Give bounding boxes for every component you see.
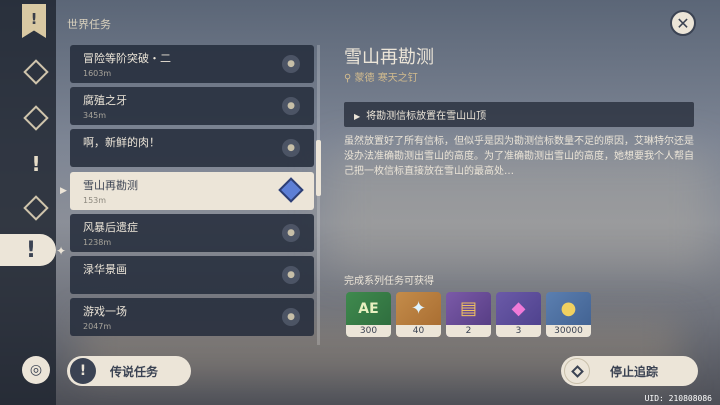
story-quest-tab[interactable]	[20, 102, 52, 134]
quest-item-selected[interactable]: 雪山再勘测 153m	[70, 172, 314, 210]
location-pin-icon[interactable]: ●	[282, 55, 300, 73]
reward-item[interactable]: ✦ 40	[396, 292, 441, 337]
quest-description: 虽然放置好了所有信标，但似乎是因为勘测信标数量不足的原因，艾琳特尔还是没办法准确…	[344, 136, 694, 177]
legendary-quest-button[interactable]: ! 传说任务	[67, 356, 191, 386]
quest-objective: ▶ 将勘测信标放置在雪山山顶	[344, 102, 694, 127]
stop-tracking-label: 停止追踪	[610, 364, 659, 379]
quest-item[interactable]: 啊，新鲜的肉！ ●	[70, 129, 314, 167]
reward-count: 30000	[546, 325, 591, 337]
location-pin-icon[interactable]: ●	[282, 224, 300, 242]
primogem-icon: ✦	[410, 298, 427, 319]
quest-distance: 2047m	[83, 322, 112, 331]
reward-item[interactable]: AE 300	[346, 292, 391, 337]
exclamation-icon: !	[70, 358, 96, 384]
reward-count: 300	[346, 325, 391, 337]
quest-item[interactable]: 腐殖之牙 345m ●	[70, 87, 314, 125]
quest-distance: 1238m	[83, 238, 112, 247]
mora-icon: ●	[560, 298, 577, 319]
exclamation-icon: !	[26, 237, 37, 263]
quest-banner-icon: !	[22, 4, 46, 38]
world-quest-tab[interactable]: !	[0, 234, 56, 266]
reward-list: AE 300 ✦ 40 ▤ 2 ◆ 3 ● 30000	[346, 292, 591, 337]
event-icon	[23, 195, 49, 221]
quest-name: 游戏一场	[83, 305, 127, 318]
play-icon: ▶	[354, 112, 361, 121]
reward-item[interactable]: ▤ 2	[446, 292, 491, 337]
quest-location: ⚲ 蒙德 寒天之钉	[344, 69, 418, 84]
quest-name: 风暴后遗症	[83, 221, 138, 234]
sparkle-icon: ✦	[56, 244, 67, 258]
location-pin-icon[interactable]: ●	[282, 97, 300, 115]
reward-label: 完成系列任务可获得	[344, 276, 434, 287]
reward-count: 2	[446, 325, 491, 337]
selected-arrow-icon: ▶	[60, 186, 67, 196]
legendary-quest-label: 传说任务	[110, 364, 159, 379]
quest-location-text: 蒙德 寒天之钉	[354, 73, 418, 84]
heros-wit-icon: ▤	[459, 298, 477, 319]
track-diamond-icon	[564, 358, 590, 384]
stop-tracking-button[interactable]: 停止追踪	[561, 356, 698, 386]
quest-detail-title: 雪山再勘测	[344, 47, 434, 68]
quest-name: 冒险等阶突破・二	[83, 52, 171, 65]
category-rail: ! ! ◎	[0, 0, 56, 405]
reward-item[interactable]: ● 30000	[546, 292, 591, 337]
quest-distance: 1603m	[83, 69, 112, 78]
exclamation-icon: !	[31, 152, 41, 176]
reward-item[interactable]: ◆ 3	[496, 292, 541, 337]
uid-label: UID: 210808086	[644, 394, 712, 403]
story-icon	[23, 105, 49, 131]
settings-icon[interactable]: ◎	[22, 356, 50, 384]
archon-icon	[23, 59, 49, 85]
scrollbar-thumb[interactable]	[316, 140, 321, 196]
reward-count: 3	[496, 325, 541, 337]
reward-count: 40	[396, 325, 441, 337]
adventure-exp-icon: AE	[358, 300, 379, 317]
objective-text: 将勘测信标放置在雪山山顶	[366, 111, 487, 122]
quest-name: 渌华景画	[83, 263, 127, 276]
location-pin-icon: ⚲	[344, 73, 355, 84]
quest-item[interactable]: 风暴后遗症 1238m ●	[70, 214, 314, 252]
quest-item[interactable]: 冒险等阶突破・二 1603m ●	[70, 45, 314, 83]
quest-distance: 153m	[83, 196, 107, 205]
list-title: 世界任务	[67, 18, 111, 31]
location-pin-icon[interactable]: ●	[282, 139, 300, 157]
close-button[interactable]: ✕	[670, 10, 696, 36]
quest-item[interactable]: 渌华景画 ●	[70, 256, 314, 294]
quest-item[interactable]: 游戏一场 2047m ●	[70, 298, 314, 336]
close-icon: ✕	[676, 13, 690, 33]
quest-name: 啊，新鲜的肉！	[83, 136, 160, 149]
location-pin-icon[interactable]: ●	[282, 266, 300, 284]
mystic-ore-icon: ◆	[511, 298, 526, 319]
location-pin-icon[interactable]: ●	[282, 308, 300, 326]
quest-distance: 345m	[83, 111, 107, 120]
archon-quest-tab[interactable]	[20, 56, 52, 88]
commission-tab[interactable]: !	[20, 148, 52, 180]
event-quest-tab[interactable]	[20, 192, 52, 224]
quest-name: 腐殖之牙	[83, 94, 127, 107]
